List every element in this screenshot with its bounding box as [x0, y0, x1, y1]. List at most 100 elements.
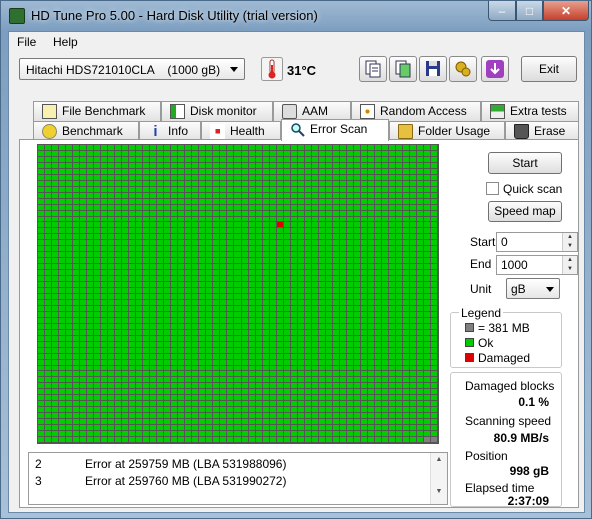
ok-block	[353, 282, 360, 288]
start-input[interactable]: 0 ▲ ▼	[496, 232, 578, 252]
ok-block	[283, 323, 290, 329]
ok-block	[367, 180, 374, 186]
menu-file[interactable]: File	[17, 35, 36, 49]
tab-info[interactable]: i Info	[139, 121, 201, 141]
ok-block	[262, 150, 269, 156]
ok-block	[206, 305, 213, 311]
drive-select[interactable]: Hitachi HDS721010CLA (1000 gB)	[19, 58, 245, 80]
ok-block	[94, 413, 101, 419]
tab-aam[interactable]: AAM	[273, 101, 351, 121]
ok-block	[395, 282, 402, 288]
tab-extra-tests[interactable]: Extra tests	[481, 101, 579, 121]
tab-random-access[interactable]: Random Access	[351, 101, 481, 121]
ok-block	[241, 282, 248, 288]
spin-arrows-icon[interactable]: ▲ ▼	[562, 256, 577, 274]
ok-block	[80, 407, 87, 413]
ok-block	[304, 180, 311, 186]
ok-block	[290, 228, 297, 234]
options-button[interactable]	[449, 56, 477, 82]
spin-arrows-icon[interactable]: ▲ ▼	[562, 233, 577, 251]
tab-benchmark[interactable]: Benchmark	[33, 121, 139, 141]
end-input[interactable]: 1000 ▲ ▼	[496, 255, 578, 275]
ok-block	[290, 150, 297, 156]
copy-screenshot-button[interactable]	[389, 56, 417, 82]
elapsed-time-value: 2:37:09	[507, 494, 549, 508]
ok-block	[423, 377, 430, 383]
ok-block	[192, 210, 199, 216]
ok-block	[143, 276, 150, 282]
ok-block	[143, 162, 150, 168]
log-scrollbar[interactable]: ▲ ▼	[430, 453, 447, 504]
ok-block	[234, 299, 241, 305]
ok-block	[122, 222, 129, 228]
ok-block	[255, 353, 262, 359]
ok-block	[220, 210, 227, 216]
ok-block	[248, 341, 255, 347]
ok-block	[416, 317, 423, 323]
title-bar[interactable]: HD Tune Pro 5.00 - Hard Disk Utility (tr…	[1, 1, 591, 31]
save-button[interactable]	[419, 56, 447, 82]
tab-folder-usage[interactable]: Folder Usage	[389, 121, 505, 141]
ok-block	[213, 431, 220, 437]
ok-block	[346, 264, 353, 270]
tab-disk-monitor[interactable]: Disk monitor	[161, 101, 273, 121]
ok-block	[80, 425, 87, 431]
ok-block	[276, 335, 283, 341]
ok-block	[94, 216, 101, 222]
maximize-button[interactable]: □	[516, 1, 543, 21]
ok-block	[73, 407, 80, 413]
ok-block	[290, 407, 297, 413]
ok-block	[332, 222, 339, 228]
quick-scan-checkbox[interactable]	[486, 182, 499, 195]
ok-block	[304, 228, 311, 234]
client-area: File Help Hitachi HDS721010CLA (1000 gB)…	[8, 31, 585, 513]
tab-file-benchmark[interactable]: File Benchmark	[33, 101, 161, 121]
ok-block	[402, 335, 409, 341]
ok-block	[297, 246, 304, 252]
ok-block	[381, 162, 388, 168]
ok-block	[45, 240, 52, 246]
scroll-down-icon[interactable]: ▼	[431, 488, 447, 495]
ok-block	[185, 371, 192, 377]
tab-error-scan[interactable]: Error Scan	[281, 119, 389, 141]
tab-health[interactable]: Health	[201, 121, 281, 141]
copy-text-button[interactable]	[359, 56, 387, 82]
ok-block	[332, 216, 339, 222]
ok-block	[360, 252, 367, 258]
ok-block	[136, 282, 143, 288]
info-icon: i	[153, 123, 158, 140]
ok-block	[66, 311, 73, 317]
ok-block	[332, 407, 339, 413]
ok-block	[255, 276, 262, 282]
scroll-up-icon[interactable]: ▲	[431, 456, 447, 463]
ok-block	[402, 317, 409, 323]
ok-block	[80, 347, 87, 353]
ok-block	[311, 347, 318, 353]
unit-select[interactable]: gB	[506, 278, 560, 299]
ok-block	[304, 168, 311, 174]
ok-block	[80, 437, 87, 442]
ok-block	[304, 156, 311, 162]
tab-erase[interactable]: Erase	[505, 121, 579, 141]
ok-block	[276, 329, 283, 335]
ok-block	[255, 329, 262, 335]
ok-block	[360, 395, 367, 401]
ok-block	[38, 246, 45, 252]
ok-block	[374, 305, 381, 311]
ok-block	[367, 288, 374, 293]
exit-button[interactable]: Exit	[521, 56, 577, 82]
start-button[interactable]: Start	[488, 152, 562, 174]
legend-title: Legend	[459, 306, 504, 320]
ok-block	[136, 317, 143, 323]
ok-block	[402, 145, 409, 150]
ok-block	[283, 168, 290, 174]
menu-help[interactable]: Help	[53, 35, 78, 49]
download-button[interactable]	[481, 56, 509, 82]
minimize-button[interactable]: –	[488, 1, 516, 21]
speed-map-button[interactable]: Speed map	[488, 201, 562, 222]
ok-block	[192, 204, 199, 210]
ok-block	[59, 329, 66, 335]
ok-block	[143, 192, 150, 198]
ok-block	[227, 437, 234, 442]
close-button[interactable]: ✕	[543, 1, 589, 21]
